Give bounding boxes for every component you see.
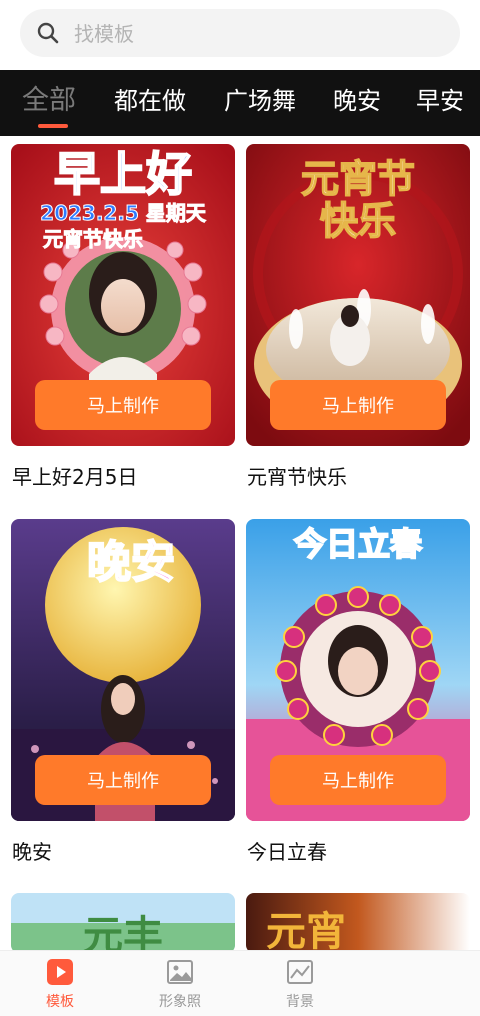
art-sub-line: 元宵节快乐 [43, 227, 143, 251]
template-thumbnail: 元宵 [246, 893, 470, 953]
art-headline: 今日立春 [294, 525, 422, 563]
nav-label: 模板 [46, 994, 74, 1010]
art-headline: 元宵 [266, 908, 346, 953]
make-now-button[interactable]: 马上制作 [270, 755, 446, 805]
art-headline: 元丰 [83, 912, 163, 953]
bottom-navigation: 模板 形象照 背景 [0, 950, 480, 1016]
play-icon [47, 959, 73, 985]
art-headline: 早上好 [54, 147, 192, 201]
tab-active-indicator [38, 124, 68, 128]
art-headline-1: 元宵节 [301, 156, 415, 201]
tab-square-dance[interactable]: 广场舞 [224, 70, 296, 136]
search-box[interactable] [20, 9, 460, 57]
template-card-partial[interactable]: 元丰 [11, 893, 235, 953]
template-card-lantern-festival[interactable]: 元宵节 快乐 马上制作 [246, 144, 470, 446]
nav-label: 形象照 [159, 994, 201, 1010]
template-card-partial[interactable]: 元宵 [246, 893, 470, 953]
art-headline: 晚安 [87, 537, 175, 588]
template-title: 早上好2月5日 [12, 465, 138, 489]
nav-label: 背景 [286, 994, 314, 1010]
search-icon [37, 22, 59, 44]
tab-good-night[interactable]: 晚安 [333, 70, 381, 136]
template-title: 元宵节快乐 [247, 465, 347, 489]
template-thumbnail: 元丰 [11, 893, 235, 953]
art-date-line: 2023.2.5 星期天 [40, 201, 207, 225]
template-title: 今日立春 [247, 840, 327, 864]
image-icon [167, 960, 193, 984]
template-card-spring-begins[interactable]: 今日立春 马上制作 [246, 519, 470, 821]
template-title: 晚安 [12, 840, 52, 864]
make-now-button[interactable]: 马上制作 [35, 755, 211, 805]
category-tabs: 全部 都在做 广场舞 晚安 早安 [0, 70, 480, 136]
template-card-good-morning[interactable]: 早上好 2023.2.5 星期天 元宵节快乐 马上制作 [11, 144, 235, 446]
nav-templates[interactable]: 模板 [20, 957, 100, 1012]
nav-portrait[interactable]: 形象照 [140, 957, 220, 1012]
nav-background[interactable]: 背景 [260, 957, 340, 1012]
tab-everyone-doing[interactable]: 都在做 [114, 70, 186, 136]
make-now-button[interactable]: 马上制作 [35, 380, 211, 430]
art-headline-2: 快乐 [320, 198, 396, 243]
search-input[interactable] [72, 17, 436, 51]
make-now-button[interactable]: 马上制作 [270, 380, 446, 430]
tab-good-morning[interactable]: 早安 [416, 70, 464, 136]
search-bar [0, 0, 480, 70]
background-icon [287, 960, 313, 984]
template-card-good-night[interactable]: 晚安 马上制作 [11, 519, 235, 821]
